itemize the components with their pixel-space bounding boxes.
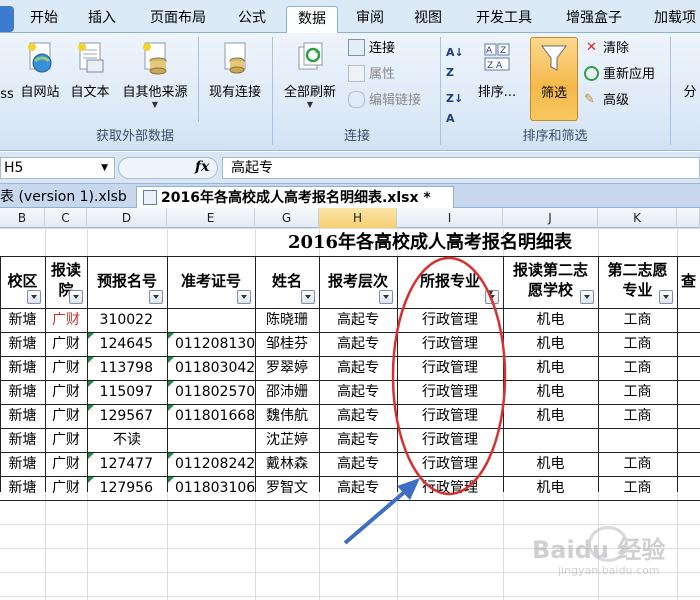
clear-filter-button[interactable]: ✕ 清除 <box>584 39 629 59</box>
connections-icon <box>348 39 365 56</box>
column-header[interactable] <box>677 208 700 228</box>
svg-text:Z: Z <box>500 46 506 56</box>
office-button[interactable] <box>0 6 14 32</box>
column-header[interactable]: D <box>87 208 167 228</box>
column-header[interactable]: B <box>0 208 45 228</box>
refresh-icon <box>295 41 325 75</box>
sort-az-icon: A↓ Z <box>446 46 464 79</box>
worksheet[interactable]: 2016年各高校成人高考报名明细表 校区 报读 院预报名号 准考证号 姓名 报考层次 所报… <box>0 228 700 600</box>
watermark-text: Baidu 经验 <box>532 536 666 564</box>
insert-function-icon[interactable]: fx <box>195 159 209 175</box>
tab-addins[interactable]: 加载项 <box>645 6 700 32</box>
column-header[interactable]: J <box>503 208 598 228</box>
formula-input[interactable]: 高起专 <box>222 157 700 179</box>
column-header[interactable]: K <box>598 208 677 228</box>
svg-text:Z A: Z A <box>487 61 503 71</box>
ribbon: ss 自网站 自文本 自其他来源 ▼ 现有连接 获取外部数据 全部刷新 ▼ 连接… <box>0 33 700 151</box>
partial-icon <box>680 41 700 75</box>
workbook-tab-bar: 表 (version 1).xlsb * 2016年各高校成人高考报名明细表.x… <box>0 184 700 209</box>
filter-button[interactable]: 筛选 <box>530 37 578 121</box>
from-other-sources-button[interactable]: 自其他来源 ▼ <box>116 41 194 110</box>
edit-links-button[interactable]: 编辑链接 <box>348 91 421 111</box>
partial-group-button[interactable]: 分 <box>680 41 700 100</box>
tab-view[interactable]: 视图 <box>406 6 450 32</box>
from-web-button[interactable]: 自网站 <box>16 41 64 100</box>
ribbon-separator <box>198 37 199 122</box>
column-header-selected[interactable]: H <box>319 208 397 228</box>
web-icon <box>25 41 55 75</box>
reapply-icon <box>584 66 599 81</box>
tab-formulas[interactable]: 公式 <box>230 6 274 32</box>
from-text-button[interactable]: 自文本 <box>66 41 114 100</box>
existing-connections-button[interactable]: 现有连接 <box>202 41 268 100</box>
dropdown-arrow-icon: ▼ <box>306 100 314 109</box>
funnel-icon <box>539 42 569 76</box>
watermark-logo: Baidu 经验 jingyan.baidu.com <box>528 524 698 584</box>
ribbon-separator <box>670 37 671 145</box>
dropdown-arrow-icon: ▼ <box>151 100 159 109</box>
sort-za-icon: Z↓ A <box>446 92 464 125</box>
tab-page-layout[interactable]: 页面布局 <box>140 6 216 32</box>
properties-icon <box>348 65 365 82</box>
workbook-tab-active[interactable]: 2016年各高校成人高考报名明细表.xlsx * <box>136 186 454 209</box>
highlight-circle <box>391 256 507 496</box>
svg-text:A: A <box>486 46 493 56</box>
ribbon-separator <box>272 37 273 145</box>
insert-function-area[interactable]: fx <box>118 157 218 179</box>
tab-enhance-box[interactable]: 增强盒子 <box>556 6 632 32</box>
ribbon-tab-bar: 开始 插入 页面布局 公式 数据 审阅 视图 开发工具 增强盒子 加载项 <box>0 0 700 35</box>
sort-button[interactable]: AZZ A 排序... <box>472 41 522 100</box>
sort-dialog-icon: AZ Z A <box>482 41 512 75</box>
properties-button[interactable]: 属性 <box>348 65 395 85</box>
tab-data[interactable]: 数据 <box>286 6 338 35</box>
column-header[interactable]: C <box>45 208 87 228</box>
reapply-button[interactable]: 重新应用 <box>584 65 655 85</box>
text-file-icon <box>75 41 105 75</box>
group-label-connections: 连接 <box>343 129 370 144</box>
access-icon <box>0 47 10 81</box>
tab-developer[interactable]: 开发工具 <box>466 6 542 32</box>
name-box[interactable]: H5 ▼ <box>0 157 115 179</box>
connections-button[interactable]: 连接 <box>348 39 395 59</box>
existing-connections-icon <box>220 41 250 75</box>
edit-links-icon <box>348 91 365 108</box>
chevron-down-icon[interactable]: ▼ <box>101 158 108 178</box>
advanced-filter-icon: ✎ <box>584 92 595 107</box>
other-sources-icon <box>140 41 170 75</box>
advanced-filter-button[interactable]: ✎ 高级 <box>584 91 629 111</box>
excel-doc-icon <box>143 189 157 205</box>
tab-insert[interactable]: 插入 <box>80 6 124 32</box>
tab-home[interactable]: 开始 <box>22 6 66 32</box>
tab-review[interactable]: 审阅 <box>348 6 392 32</box>
refresh-all-button[interactable]: 全部刷新 ▼ <box>278 41 342 110</box>
watermark-url: jingyan.baidu.com <box>558 564 660 577</box>
sort-ascending-button[interactable]: A↓ Z <box>446 43 464 79</box>
column-header-row: B C D E G H I J K <box>0 208 700 228</box>
column-header[interactable]: E <box>167 208 255 228</box>
group-label-sort-filter: 排序和筛选 <box>522 129 588 144</box>
annotation-arrow <box>343 487 410 545</box>
clear-filter-icon: ✕ <box>586 40 597 55</box>
sort-descending-button[interactable]: Z↓ A <box>446 89 463 125</box>
workbook-tab[interactable]: 表 (version 1).xlsb * <box>0 186 142 208</box>
group-label-external-data: 获取外部数据 <box>95 129 174 144</box>
column-header[interactable]: I <box>397 208 503 228</box>
column-header[interactable]: G <box>255 208 319 228</box>
ribbon-separator <box>440 37 441 145</box>
